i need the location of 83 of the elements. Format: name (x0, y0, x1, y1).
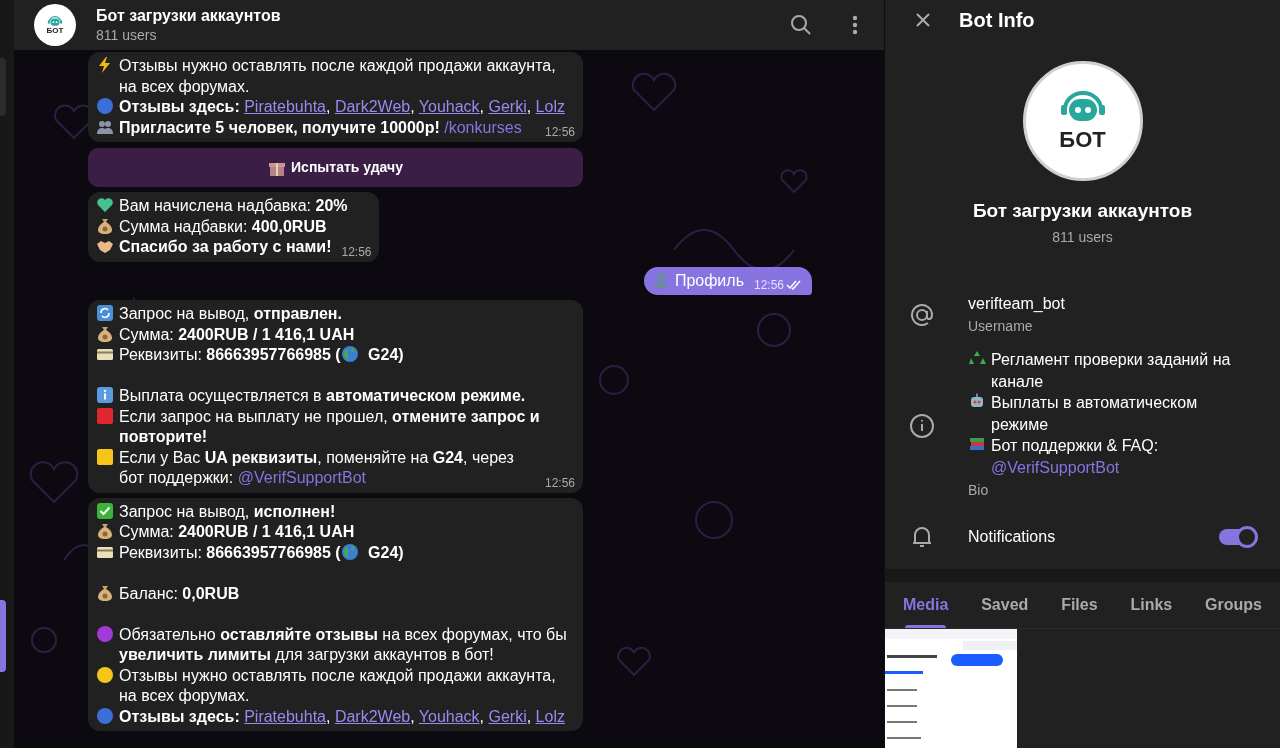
message-text: Сумма: 2400RUB / 1 416,1 UAH (119, 522, 355, 542)
message-text: Выплаты в автоматическом режиме (991, 393, 1199, 435)
toggle-switch[interactable] (1219, 529, 1256, 546)
link[interactable]: Piratebuhta (244, 707, 326, 725)
message-text: Обязательно оставляйте отзывы на всех форумах, что бы увеличить лимиты для загрузки аккаунтов в бот! (119, 624, 568, 665)
tab[interactable]: Files (1051, 581, 1108, 628)
message-time: 12:56 (341, 243, 372, 260)
message-text: Запрос на вывод, исполнен! (119, 501, 336, 522)
circle-icon (96, 706, 114, 725)
message-text: Если у Вас UA реквизиты, поменяйте на G24, через бот поддержки: @VerifSupportBot (119, 447, 515, 488)
link[interactable]: Lolz (535, 707, 565, 725)
message-text: Реквизиты: 86663957766985 ( G24) (119, 542, 404, 563)
check-icon (96, 501, 114, 520)
link[interactable]: Gerki (488, 707, 527, 725)
message-text: Сумма надбавки: 400,0RUB (119, 216, 327, 237)
refresh-icon (96, 304, 114, 322)
message-time: 12:56 (753, 277, 784, 293)
tab[interactable]: Links (1120, 581, 1183, 628)
search-icon[interactable] (790, 14, 812, 36)
avatar-label: БОТ (46, 26, 64, 35)
circle-icon (96, 97, 114, 115)
avatar-label: БОТ (1059, 128, 1106, 151)
side-handle[interactable] (0, 600, 6, 672)
message-text: Сумма: 2400RUB / 1 416,1 UAH (119, 324, 355, 345)
bell-icon (911, 525, 933, 550)
message-time: 12:56 (544, 124, 575, 140)
field-label: Username (968, 317, 1034, 337)
money-bag-icon (96, 324, 114, 343)
message-text: Отзывы нужно оставлять после каждой продажи аккаунта, на всех форумах. (119, 56, 557, 97)
message-text: Баланс: 0,0RUB (119, 583, 240, 604)
message-text: Если запрос на выплату не прошел, отмените запрос и повторите! (119, 406, 541, 447)
link[interactable]: /konkurses (444, 118, 522, 136)
username: verifteam_bot (968, 294, 1065, 315)
money-bag-icon (96, 583, 114, 602)
message-text: Отзывы здесь: Piratebuhta, Dark2Web, Youhack, Gerki, Lolz (119, 706, 565, 727)
message-text: Спасибо за работу с нами! (119, 237, 332, 257)
link[interactable]: Lolz (535, 98, 565, 115)
bot-name: Бот загрузки аккаунтов (972, 198, 1193, 223)
member-count: 811 users (96, 26, 158, 44)
globe-icon (340, 542, 359, 561)
member-count: 811 users (1052, 228, 1113, 248)
message-text: Отзывы здесь: Piratebuhta, Dark2Web, Youhack, Gerki, Lolz (119, 97, 565, 117)
robot-head-icon (47, 15, 63, 27)
more-icon[interactable] (852, 15, 858, 35)
circle-icon (96, 665, 114, 684)
square-icon (96, 406, 114, 425)
square-icon (96, 447, 114, 466)
message-text: Запрос на вывод, отправлен. (119, 304, 342, 324)
info-circle-icon (909, 412, 935, 439)
tab[interactable]: Media (893, 581, 959, 628)
message-time: 12:56 (544, 474, 575, 491)
message-text: Выплата осуществляется в автоматическом режиме. (119, 386, 526, 406)
link[interactable]: Youhack (418, 98, 480, 115)
link[interactable]: Youhack (418, 707, 480, 725)
message-text: Реквизиты: 86663957766985 ( G24) (119, 345, 404, 365)
link[interactable]: Piratebuhta (244, 98, 326, 115)
message-text: Отзывы нужно оставлять после каждой продажи аккаунта, на всех форумах. (119, 665, 557, 706)
link[interactable]: Dark2Web (334, 98, 411, 115)
message-text: Пригласите 5 человек, получите 10000р! /konkurses (119, 117, 522, 138)
money-bag-icon (96, 216, 114, 235)
link[interactable]: Gerki (488, 98, 527, 115)
at-sign-icon (909, 301, 935, 328)
circle-icon (96, 624, 114, 643)
message-text: Вам начислена надбавка: 20% (119, 196, 348, 216)
money-bag-icon (96, 522, 114, 540)
chat-title: Бот загрузки аккаунтов (96, 6, 282, 26)
heart-icon (96, 196, 114, 214)
message-text: Регламент проверки заданий на канале (991, 350, 1232, 392)
link[interactable]: Dark2Web (334, 707, 411, 725)
link[interactable]: @VerifSupportBot (991, 458, 1120, 476)
tab[interactable]: Saved (971, 581, 1039, 628)
message-text: Бот поддержки & FAQ: @VerifSupportBot (991, 436, 1160, 478)
close-icon[interactable] (915, 11, 931, 28)
inline-button[interactable]: Испытать удачу (88, 148, 583, 187)
notifications-label: Notifications (968, 527, 1057, 548)
field-label: Bio (968, 481, 990, 501)
panel-title: Bot Info (959, 7, 1035, 33)
info-icon (96, 386, 114, 404)
tab[interactable]: Groups (1195, 581, 1272, 628)
message-text: Профиль (674, 270, 744, 291)
link[interactable]: @VerifSupportBot (237, 469, 366, 486)
person-icon (651, 270, 670, 289)
globe-icon (340, 345, 359, 363)
